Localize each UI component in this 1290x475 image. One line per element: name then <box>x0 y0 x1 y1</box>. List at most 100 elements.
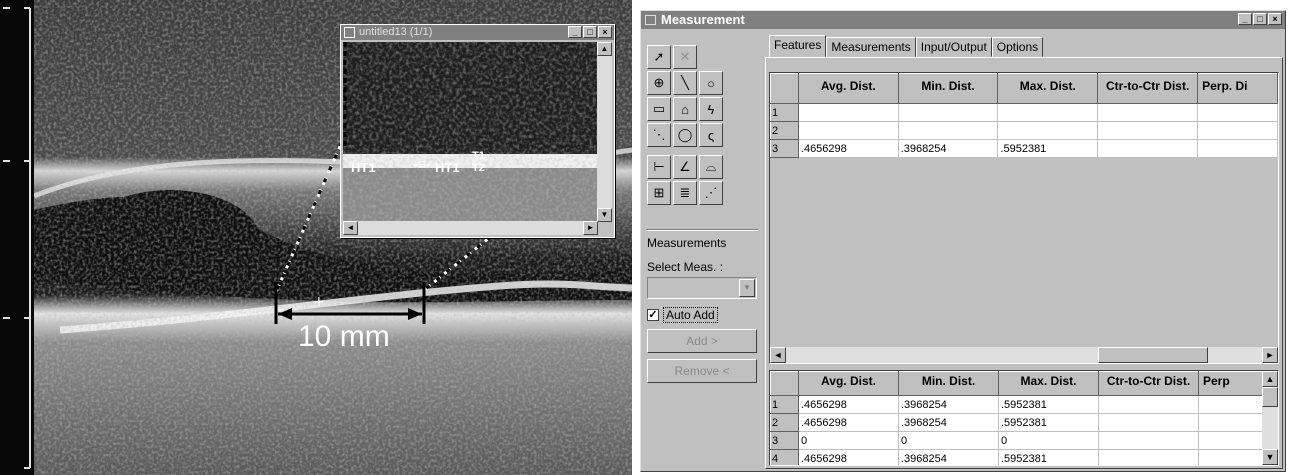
column-header[interactable]: Ctr-to-Ctr Dist. <box>1098 371 1199 396</box>
table-cell[interactable] <box>1197 139 1278 158</box>
table-cell[interactable]: .4656298 <box>798 413 899 432</box>
maximize-button[interactable]: □ <box>583 26 597 38</box>
tab-options[interactable]: Options <box>991 37 1044 57</box>
column-header[interactable]: Max. Dist. <box>997 73 1099 104</box>
table-cell[interactable]: 0 <box>998 431 1099 450</box>
vertical-scrollbar[interactable]: ▲ ▼ <box>1262 371 1278 465</box>
freehand-icon[interactable]: ϟ <box>699 97 723 121</box>
checkmark-icon[interactable]: ✓ <box>647 309 659 321</box>
table-row[interactable]: 4 .4656298 .3968254 .5952381 <box>770 449 1263 465</box>
scroll-left-icon[interactable]: ◄ <box>343 221 358 235</box>
distance-icon[interactable]: ⊢ <box>647 155 671 179</box>
remove-button[interactable]: Remove < <box>647 359 757 383</box>
horizontal-scrollbar[interactable]: ◄ ► <box>770 347 1278 363</box>
table-row[interactable]: 1 .4656298 .3968254 .5952381 <box>770 395 1263 414</box>
parallel-icon[interactable]: ≣ <box>673 181 697 205</box>
rectangle-icon[interactable]: ▭ <box>647 97 671 121</box>
table-row[interactable]: 3 .4656298 .3968254 .5952381 <box>770 139 1278 158</box>
row-header[interactable]: 2 <box>770 413 799 432</box>
ellipse-icon[interactable]: ◯ <box>673 123 697 147</box>
table-cell[interactable]: .3968254 <box>898 395 999 414</box>
crosshair-icon[interactable]: ⊕ <box>647 71 671 95</box>
vertical-scrollbar[interactable]: ▲ ▼ <box>597 42 612 222</box>
line-icon[interactable]: ╲ <box>673 71 697 95</box>
column-header[interactable]: Avg. Dist. <box>797 73 899 104</box>
table-cell[interactable] <box>1097 139 1199 158</box>
auto-add-checkbox[interactable]: ✓ Auto Add <box>647 307 718 323</box>
tab-measurements[interactable]: Measurements <box>826 37 916 57</box>
table-cell[interactable]: .3968254 <box>898 413 999 432</box>
scroll-up-icon[interactable]: ▲ <box>597 42 612 56</box>
add-button[interactable]: Add > <box>647 329 757 353</box>
column-header[interactable]: Perp. Di <box>1197 73 1278 104</box>
column-header[interactable]: Min. Dist. <box>897 73 999 104</box>
row-header[interactable]: 1 <box>770 395 799 414</box>
scroll-right-icon[interactable]: ► <box>1262 347 1278 363</box>
measurements-grid[interactable]: Avg. Dist. Min. Dist. Max. Dist. Ctr-to-… <box>769 370 1279 466</box>
table-cell[interactable] <box>1198 449 1263 465</box>
tab-features[interactable]: Features <box>769 35 827 57</box>
calipers-icon[interactable]: ⌓ <box>699 155 723 179</box>
row-header[interactable]: 4 <box>770 449 799 465</box>
column-header[interactable]: Max. Dist. <box>998 371 1099 396</box>
minimize-button[interactable]: _ <box>1238 13 1252 25</box>
close-button[interactable]: × <box>1268 13 1282 25</box>
measurement-titlebar[interactable]: Measurement _ □ × <box>641 11 1285 29</box>
table-cell[interactable] <box>1098 449 1199 465</box>
table-cell[interactable] <box>1198 395 1263 414</box>
table-row[interactable]: 3 0 0 0 <box>770 431 1263 450</box>
table-cell[interactable] <box>798 121 899 140</box>
diagonal-icon[interactable]: ⋰ <box>699 181 723 205</box>
table-cell[interactable] <box>997 103 1099 122</box>
row-header[interactable]: 3 <box>770 139 799 158</box>
scroll-left-icon[interactable]: ◄ <box>770 347 786 363</box>
table-cell[interactable] <box>1198 413 1263 432</box>
polygon-icon[interactable]: ⌂ <box>673 97 697 121</box>
angle-icon[interactable]: ∠ <box>673 155 697 179</box>
minimize-button[interactable]: _ <box>568 26 582 38</box>
table-cell[interactable]: .4656298 <box>798 449 899 465</box>
scroll-down-icon[interactable]: ▼ <box>1262 449 1278 465</box>
horizontal-scrollbar[interactable]: ◄ ► <box>343 221 598 235</box>
close-button[interactable]: × <box>598 26 612 38</box>
multiline-icon[interactable]: ⋱ <box>647 123 671 147</box>
table-row[interactable]: 2 <box>770 121 1278 140</box>
delete-icon[interactable]: ✕ <box>673 45 697 69</box>
table-cell[interactable]: .5952381 <box>998 395 1099 414</box>
table-row[interactable]: 2 .4656298 .3968254 .5952381 <box>770 413 1263 432</box>
scroll-right-icon[interactable]: ► <box>583 221 598 235</box>
table-cell[interactable]: .3968254 <box>898 139 999 158</box>
zoom-window-titlebar[interactable]: untitled13 (1/1) _ □ × <box>341 25 614 40</box>
circle-icon[interactable]: ○ <box>699 71 723 95</box>
table-row[interactable]: 1 <box>770 103 1278 122</box>
column-header[interactable]: Min. Dist. <box>898 371 999 396</box>
select-meas-dropdown[interactable]: ▼ <box>647 277 757 299</box>
row-header[interactable]: 1 <box>770 103 799 122</box>
table-cell[interactable]: .4656298 <box>798 139 899 158</box>
curve-icon[interactable]: ς <box>699 123 723 147</box>
thickness-icon[interactable]: ⊞ <box>647 181 671 205</box>
table-cell[interactable] <box>1098 431 1199 450</box>
scroll-up-icon[interactable]: ▲ <box>1262 371 1278 387</box>
scrollbar-thumb[interactable] <box>1262 387 1278 407</box>
pointer-icon[interactable]: ➚ <box>647 45 671 69</box>
column-header[interactable]: Avg. Dist. <box>798 371 899 396</box>
table-cell[interactable] <box>1097 103 1199 122</box>
zoom-window[interactable]: untitled13 (1/1) _ □ × HT1 -≡- HT1 T1 T2… <box>340 24 615 238</box>
table-cell[interactable] <box>1197 121 1278 140</box>
table-cell[interactable] <box>1098 413 1199 432</box>
chevron-down-icon[interactable]: ▼ <box>739 279 755 297</box>
table-cell[interactable] <box>798 103 899 122</box>
table-cell[interactable]: .3968254 <box>898 449 999 465</box>
table-cell[interactable] <box>1197 103 1278 122</box>
row-header[interactable]: 2 <box>770 121 799 140</box>
table-cell[interactable] <box>997 121 1099 140</box>
maximize-button[interactable]: □ <box>1253 13 1267 25</box>
table-cell[interactable] <box>1097 121 1199 140</box>
table-cell[interactable] <box>898 103 999 122</box>
table-cell[interactable]: .5952381 <box>997 139 1099 158</box>
tab-input-output[interactable]: Input/Output <box>915 37 992 57</box>
table-cell[interactable] <box>898 121 999 140</box>
scrollbar-thumb[interactable] <box>1098 347 1208 363</box>
scroll-down-icon[interactable]: ▼ <box>597 208 612 222</box>
